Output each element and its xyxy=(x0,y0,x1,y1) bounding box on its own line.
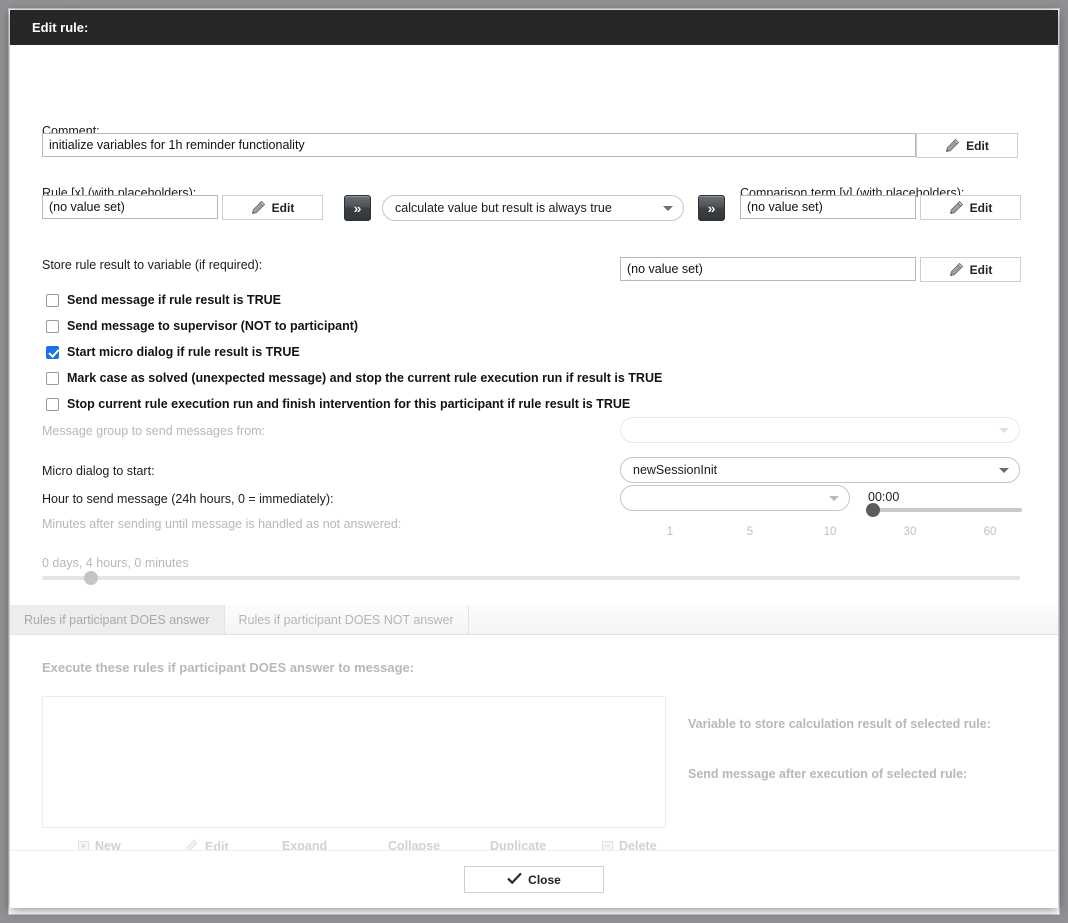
checkbox-row-send-message-true[interactable]: Send message if rule result is TRUE xyxy=(46,291,281,309)
rules-duplicate-label: Duplicate xyxy=(490,839,546,850)
rules-delete-button[interactable]: − Delete xyxy=(602,839,657,850)
tab-rules-does-not-answer[interactable]: Rules if participant DOES NOT answer xyxy=(225,605,469,634)
pencil-icon xyxy=(949,200,964,215)
checkbox-start-micro-dialog[interactable] xyxy=(46,346,59,359)
micro-dialog-dropdown[interactable]: newSessionInit xyxy=(620,457,1020,483)
minutes-tick: 30 xyxy=(904,526,917,538)
dialog-footer: Close xyxy=(10,850,1058,908)
comment-edit-label: Edit xyxy=(966,139,989,153)
double-chevron-right-icon: » xyxy=(354,200,362,216)
dialog-titlebar: Edit rule: xyxy=(10,10,1058,45)
plus-icon: + xyxy=(78,841,89,851)
dialog-title: Edit rule: xyxy=(32,20,88,35)
double-chevron-right-icon: » xyxy=(708,200,716,216)
minutes-tick-labels: 1 5 10 30 60 xyxy=(622,526,1022,540)
send-message-after-execution-label: Send message after execution of selected… xyxy=(688,766,967,782)
store-variable-label: Store rule result to variable (if requir… xyxy=(42,257,262,273)
chevron-down-icon xyxy=(663,206,673,211)
rules-listbox[interactable] xyxy=(42,696,666,828)
operator-value: calculate value but result is always tru… xyxy=(395,201,663,215)
checkbox-row-mark-case-solved[interactable]: Mark case as solved (unexpected message)… xyxy=(46,369,662,387)
checkbox-row-start-micro-dialog[interactable]: Start micro dialog if rule result is TRU… xyxy=(46,343,300,361)
checkbox-label: Mark case as solved (unexpected message)… xyxy=(67,371,662,385)
hour-to-send-dropdown[interactable] xyxy=(620,485,850,511)
hour-to-send-label: Hour to send message (24h hours, 0 = imm… xyxy=(42,491,333,507)
minutes-label: Minutes after sending until message is h… xyxy=(42,516,401,532)
rule-x-edit-label: Edit xyxy=(272,201,295,215)
checkbox-label: Stop current rule execution run and fini… xyxy=(67,397,630,411)
store-variable-edit-label: Edit xyxy=(970,263,993,277)
minutes-tick: 60 xyxy=(984,526,997,538)
variable-store-result-label: Variable to store calculation result of … xyxy=(688,716,991,732)
duration-slider[interactable] xyxy=(42,571,1020,585)
rules-edit-label: Edit xyxy=(205,840,229,851)
micro-dialog-value: newSessionInit xyxy=(633,463,999,477)
rules-new-label: New xyxy=(95,839,121,850)
comparison-y-edit-button[interactable]: Edit xyxy=(920,195,1021,220)
checkbox-label: Send message to supervisor (NOT to parti… xyxy=(67,319,358,333)
operator-dropdown[interactable]: calculate value but result is always tru… xyxy=(382,195,684,221)
tab-label: Rules if participant DOES NOT answer xyxy=(239,613,454,627)
duration-value-label: 0 days, 4 hours, 0 minutes xyxy=(42,555,189,571)
minutes-tick: 1 xyxy=(667,526,673,538)
minutes-tick: 10 xyxy=(824,526,837,538)
rules-edit-button[interactable]: Edit xyxy=(184,839,229,850)
message-group-label: Message group to send messages from: xyxy=(42,423,265,439)
pencil-icon xyxy=(945,138,960,153)
tab-rules-does-answer[interactable]: Rules if participant DOES answer xyxy=(10,605,225,634)
rules-panel-heading: Execute these rules if participant DOES … xyxy=(42,660,414,676)
comparison-y-input[interactable]: (no value set) xyxy=(740,195,916,219)
checkbox-label: Send message if rule result is TRUE xyxy=(67,293,281,307)
close-button[interactable]: Close xyxy=(464,866,604,893)
pencil-icon xyxy=(949,262,964,277)
checkbox-row-send-supervisor[interactable]: Send message to supervisor (NOT to parti… xyxy=(46,317,358,335)
hour-slider[interactable] xyxy=(870,503,1022,517)
hour-slider-track xyxy=(870,508,1022,512)
duration-slider-knob[interactable] xyxy=(84,571,98,585)
checkbox-label: Start micro dialog if rule result is TRU… xyxy=(67,345,300,359)
rules-new-button[interactable]: + New xyxy=(78,839,121,850)
rules-tabbar: Rules if participant DOES answer Rules i… xyxy=(10,605,1058,635)
hour-slider-knob[interactable] xyxy=(866,503,880,517)
rule-x-input[interactable]: (no value set) xyxy=(42,195,218,219)
close-button-label: Close xyxy=(528,873,561,887)
duration-slider-track xyxy=(42,576,1020,580)
tab-label: Rules if participant DOES answer xyxy=(24,613,210,627)
message-group-dropdown[interactable] xyxy=(620,417,1020,443)
edit-rule-dialog: Edit rule: Comment: initialize variables… xyxy=(10,10,1058,908)
checkbox-send-message-true[interactable] xyxy=(46,294,59,307)
rules-collapse-button[interactable]: Collapse xyxy=(388,839,440,850)
rules-collapse-label: Collapse xyxy=(388,839,440,850)
checkbox-stop-execution[interactable] xyxy=(46,398,59,411)
rule-x-edit-button[interactable]: Edit xyxy=(222,195,323,220)
comparison-y-edit-label: Edit xyxy=(970,201,993,215)
checkbox-row-stop-execution[interactable]: Stop current rule execution run and fini… xyxy=(46,395,630,413)
micro-dialog-label: Micro dialog to start: xyxy=(42,463,155,479)
rules-expand-button[interactable]: Expand xyxy=(282,839,327,850)
checkbox-mark-case-solved[interactable] xyxy=(46,372,59,385)
comparison-y-expand-chevron-button[interactable]: » xyxy=(698,195,725,221)
chevron-down-icon xyxy=(999,468,1009,473)
chevron-down-icon xyxy=(829,496,839,501)
comment-edit-button[interactable]: Edit xyxy=(916,133,1018,158)
chevron-down-icon xyxy=(999,428,1009,433)
minutes-tick: 5 xyxy=(747,526,753,538)
store-variable-input[interactable]: (no value set) xyxy=(620,257,916,281)
rules-expand-label: Expand xyxy=(282,839,327,850)
checkbox-send-supervisor[interactable] xyxy=(46,320,59,333)
check-icon xyxy=(507,872,522,888)
pencil-icon xyxy=(251,200,266,215)
rules-duplicate-button[interactable]: Duplicate xyxy=(490,839,546,850)
rule-x-expand-chevron-button[interactable]: » xyxy=(344,195,371,221)
minus-icon: − xyxy=(602,841,613,851)
rules-delete-label: Delete xyxy=(619,839,657,850)
pencil-icon xyxy=(184,839,199,850)
comment-input[interactable]: initialize variables for 1h reminder fun… xyxy=(42,133,916,157)
store-variable-edit-button[interactable]: Edit xyxy=(920,257,1021,282)
dialog-content: Comment: initialize variables for 1h rem… xyxy=(10,45,1058,850)
